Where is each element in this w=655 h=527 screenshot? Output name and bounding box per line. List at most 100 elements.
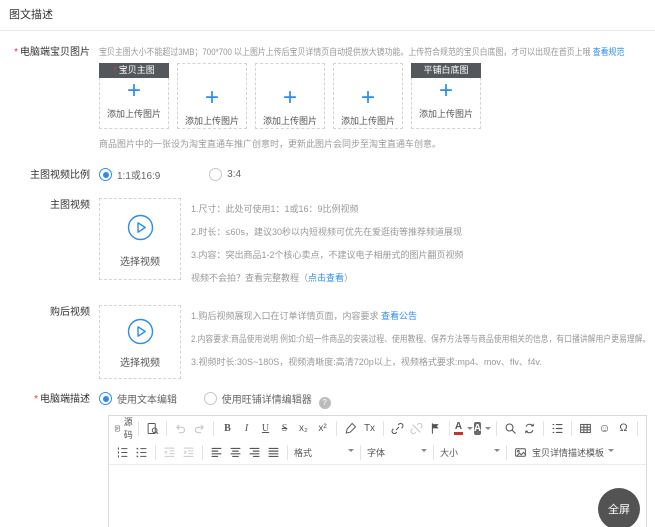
toolbar-divider xyxy=(433,445,434,460)
bg-color-button[interactable]: A xyxy=(473,418,492,438)
align-center-icon xyxy=(229,446,242,459)
fullscreen-button[interactable]: 全屏 xyxy=(598,488,640,527)
post-video-upload-box[interactable]: 选择视频 xyxy=(99,305,181,379)
bold-button[interactable]: B xyxy=(218,418,237,438)
source-code-button[interactable]: 源码 xyxy=(113,418,134,438)
video-ratio-label: 主图视频比例 xyxy=(0,168,99,184)
unordered-list-icon xyxy=(135,446,148,459)
upload-box-3[interactable]: + 添加上传图片 xyxy=(255,63,325,129)
pc-images-label: *电脑端宝贝图片 xyxy=(0,45,99,61)
ratio-option-1-1-16-9[interactable]: 1:1或16:9 xyxy=(99,167,160,182)
source-code-icon xyxy=(114,422,121,435)
upload-box-main-image[interactable]: *宝贝主图 + 添加上传图片 xyxy=(99,63,169,129)
ratio-option-3-4[interactable]: 3:4 xyxy=(209,168,241,181)
desc-option-text-editor[interactable]: 使用文本编辑 xyxy=(99,391,177,406)
main-video-upload-box[interactable]: 选择视频 xyxy=(99,198,181,280)
special-char-button[interactable]: Ω xyxy=(614,418,633,438)
toolbar-divider xyxy=(287,445,288,460)
search-button[interactable] xyxy=(501,418,520,438)
strikethrough-button[interactable]: S xyxy=(275,418,294,438)
undo-button[interactable] xyxy=(171,418,190,438)
preview-icon xyxy=(146,422,159,435)
toolbar-divider xyxy=(637,421,638,436)
italic-button[interactable]: I xyxy=(237,418,256,438)
align-right-button[interactable] xyxy=(245,442,264,462)
plus-icon: + xyxy=(178,86,246,110)
add-image-label: 添加上传图片 xyxy=(412,107,480,120)
guideline-entry: 1.购后视频展现入口在订单详情页面，内容要求 查看公告 xyxy=(191,305,655,328)
unlink-button[interactable] xyxy=(407,418,426,438)
toolbar-divider xyxy=(155,445,156,460)
image-icon xyxy=(514,446,527,459)
radio-selected-icon[interactable] xyxy=(99,168,112,181)
font-select[interactable]: 字体 xyxy=(365,442,429,462)
size-select[interactable]: 大小 xyxy=(438,442,502,462)
main-video-guidelines: 1.尺寸：此处可使用1：1或16：9比例视频 2.时长：≤60s，建议30秒以内… xyxy=(191,198,464,290)
upload-box-2[interactable]: + 添加上传图片 xyxy=(177,63,247,129)
guideline: 3.内容：突出商品1-2个核心卖点，不建议电子相册式的图片翻页视频 xyxy=(191,244,464,267)
redo-button[interactable] xyxy=(190,418,209,438)
table-button[interactable] xyxy=(576,418,595,438)
preview-button[interactable] xyxy=(143,418,162,438)
guideline: 3.视频时长:30S~180S，视频清晰度:高清720p以上，视频格式要求:mp… xyxy=(191,351,655,374)
bg-color-icon: A xyxy=(474,422,481,435)
add-image-label: 添加上传图片 xyxy=(100,107,168,120)
emoticon-button[interactable]: ☺ xyxy=(595,418,614,438)
align-justify-button[interactable] xyxy=(264,442,283,462)
help-icon[interactable]: ? xyxy=(319,397,331,409)
guideline: 2.时长：≤60s，建议30秒以内短视频可优先在爱逛街等推荐频道展现 xyxy=(191,221,464,244)
tutorial-link[interactable]: 点击查看 xyxy=(308,273,344,283)
format-painter-button[interactable] xyxy=(341,418,360,438)
align-center-button[interactable] xyxy=(226,442,245,462)
radio-unselected-icon[interactable] xyxy=(204,392,217,405)
unordered-list-button[interactable] xyxy=(132,442,151,462)
replace-button[interactable] xyxy=(520,418,539,438)
play-icon xyxy=(127,214,154,241)
main-video-label: 主图视频 xyxy=(0,198,99,214)
desc-option-wangpu-editor[interactable]: 使用旺铺详情编辑器 xyxy=(204,391,312,406)
indent-icon xyxy=(182,446,195,459)
toolbar-divider xyxy=(166,421,167,436)
link-button[interactable] xyxy=(388,418,407,438)
align-left-button[interactable] xyxy=(207,442,226,462)
indent-button[interactable] xyxy=(179,442,198,462)
superscript-button[interactable]: x² xyxy=(313,418,332,438)
radio-selected-icon[interactable] xyxy=(99,392,112,405)
text-color-button[interactable]: A xyxy=(454,418,473,438)
unlink-icon xyxy=(410,422,423,435)
underline-button[interactable]: U xyxy=(256,418,275,438)
format-select[interactable]: 格式 xyxy=(292,442,356,462)
chevron-down-icon xyxy=(494,449,500,455)
template-select[interactable]: 宝贝详情描述模板 xyxy=(530,442,616,462)
anchor-button[interactable] xyxy=(426,418,445,438)
outdent-button[interactable] xyxy=(160,442,179,462)
paragraph-button[interactable] xyxy=(548,418,567,438)
toolbar-divider xyxy=(506,445,507,460)
ordered-list-button[interactable] xyxy=(113,442,132,462)
remove-format-button[interactable]: Tx xyxy=(360,418,379,438)
ordered-list-icon xyxy=(116,446,129,459)
text-color-icon: A xyxy=(454,421,463,435)
view-spec-link[interactable]: 查看规范 xyxy=(593,47,625,57)
editor-content[interactable] xyxy=(109,464,646,527)
section-header: 图文描述 xyxy=(0,0,655,31)
toolbar-divider xyxy=(213,421,214,436)
row-video-ratio: 主图视频比例 1:1或16:9 3:4 xyxy=(0,167,655,184)
insert-image-button[interactable] xyxy=(511,442,530,462)
toolbar-divider xyxy=(138,421,139,436)
upload-box-white-bg[interactable]: 平铺白底图 + 添加上传图片 xyxy=(411,63,481,129)
row-post-video: 购后视频 选择视频 1.购后视频展现入口在订单详情页面，内容要求 查看公告 2.… xyxy=(0,305,655,379)
chevron-down-icon xyxy=(608,449,614,455)
align-right-icon xyxy=(248,446,261,459)
align-left-icon xyxy=(210,446,223,459)
announcement-link[interactable]: 查看公告 xyxy=(381,311,417,321)
subscript-button[interactable]: x₂ xyxy=(294,418,313,438)
toolbar-divider xyxy=(543,421,544,436)
plus-icon: + xyxy=(256,86,324,110)
toolbar-divider xyxy=(360,445,361,460)
flag-icon xyxy=(429,422,442,435)
upload-box-4[interactable]: + 添加上传图片 xyxy=(333,63,403,129)
chevron-down-icon xyxy=(348,449,354,455)
toolbar-divider xyxy=(336,421,337,436)
radio-unselected-icon[interactable] xyxy=(209,168,222,181)
